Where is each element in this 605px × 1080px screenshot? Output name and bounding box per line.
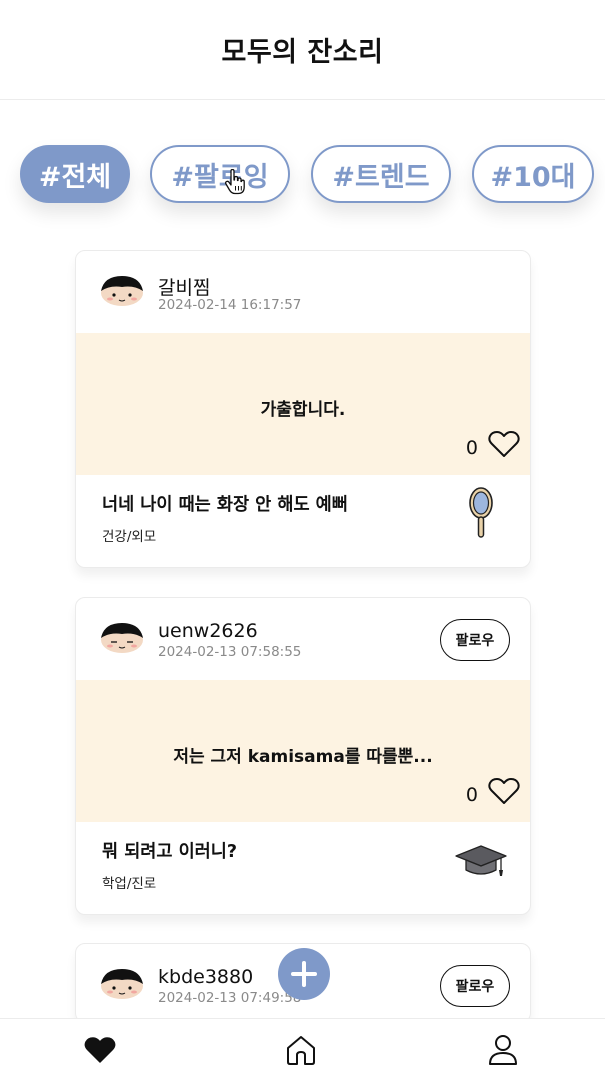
- post-timestamp: 2024-02-14 16:17:57: [158, 297, 302, 313]
- hand-cursor-icon: [224, 169, 245, 195]
- post-card[interactable]: 갈비찜 2024-02-14 16:17:57 가출합니다. 0 너네 나이 때…: [75, 250, 531, 568]
- post-card[interactable]: uenw2626 2024-02-13 07:58:55 팔로우 저는 그저 k…: [75, 597, 531, 915]
- nav-profile[interactable]: [486, 1033, 520, 1067]
- hashtag-tabs: #전체 #팔로잉 #트렌드 #10대: [0, 118, 605, 228]
- tab-teens[interactable]: #10대: [472, 145, 594, 203]
- user-icon: [489, 1035, 517, 1065]
- home-icon: [287, 1036, 315, 1065]
- avatar[interactable]: [100, 968, 144, 1000]
- post-username[interactable]: uenw2626: [158, 620, 258, 642]
- tab-all[interactable]: #전체: [20, 145, 130, 203]
- avatar[interactable]: [100, 622, 144, 654]
- add-post-button[interactable]: [278, 948, 330, 1000]
- post-title[interactable]: 뭐 되려고 이러니?: [102, 838, 237, 863]
- post-username[interactable]: 갈비찜: [158, 273, 210, 300]
- post-category: 건강/외모: [102, 529, 157, 545]
- post-timestamp: 2024-02-13 07:58:55: [158, 644, 302, 660]
- page-title: 모두의 잔소리: [221, 37, 384, 68]
- heart-filled-icon: [84, 1037, 116, 1063]
- post-body[interactable]: 저는 그저 kamisama를 따를뿐... 0: [76, 680, 530, 822]
- post-header: 갈비찜 2024-02-14 16:17:57: [76, 251, 530, 333]
- like-count: 0: [465, 784, 478, 806]
- follow-button[interactable]: 팔로우: [440, 965, 510, 1007]
- hand-mirror-icon: [469, 487, 493, 538]
- graduation-cap-icon: [455, 845, 507, 876]
- post-title[interactable]: 너네 나이 때는 화장 안 해도 예뻐: [102, 491, 348, 516]
- post-timestamp: 2024-02-13 07:49:58: [158, 990, 302, 1006]
- post-footer: 너네 나이 때는 화장 안 해도 예뻐 건강/외모: [76, 475, 530, 567]
- nav-likes[interactable]: [83, 1033, 117, 1067]
- follow-button[interactable]: 팔로우: [440, 619, 510, 661]
- heart-outline-icon[interactable]: [488, 430, 520, 458]
- post-body-text: 저는 그저 kamisama를 따를뿐...: [173, 747, 433, 767]
- post-username[interactable]: kbde3880: [158, 966, 253, 988]
- plus-icon: [291, 961, 317, 987]
- nav-home[interactable]: [284, 1033, 318, 1067]
- post-body[interactable]: 가출합니다. 0: [76, 333, 530, 475]
- post-body-text: 가출합니다.: [260, 400, 346, 420]
- post-category: 학업/진로: [102, 876, 157, 892]
- post-header: uenw2626 2024-02-13 07:58:55 팔로우: [76, 598, 530, 680]
- avatar[interactable]: [100, 275, 144, 307]
- like-count: 0: [465, 437, 478, 459]
- tab-trend[interactable]: #트렌드: [311, 145, 451, 203]
- heart-outline-icon[interactable]: [488, 777, 520, 805]
- post-footer: 뭐 되려고 이러니? 학업/진로: [76, 822, 530, 914]
- app-header: 모두의 잔소리: [0, 0, 605, 100]
- tab-following[interactable]: #팔로잉: [150, 145, 290, 203]
- bottom-nav: [0, 1018, 605, 1080]
